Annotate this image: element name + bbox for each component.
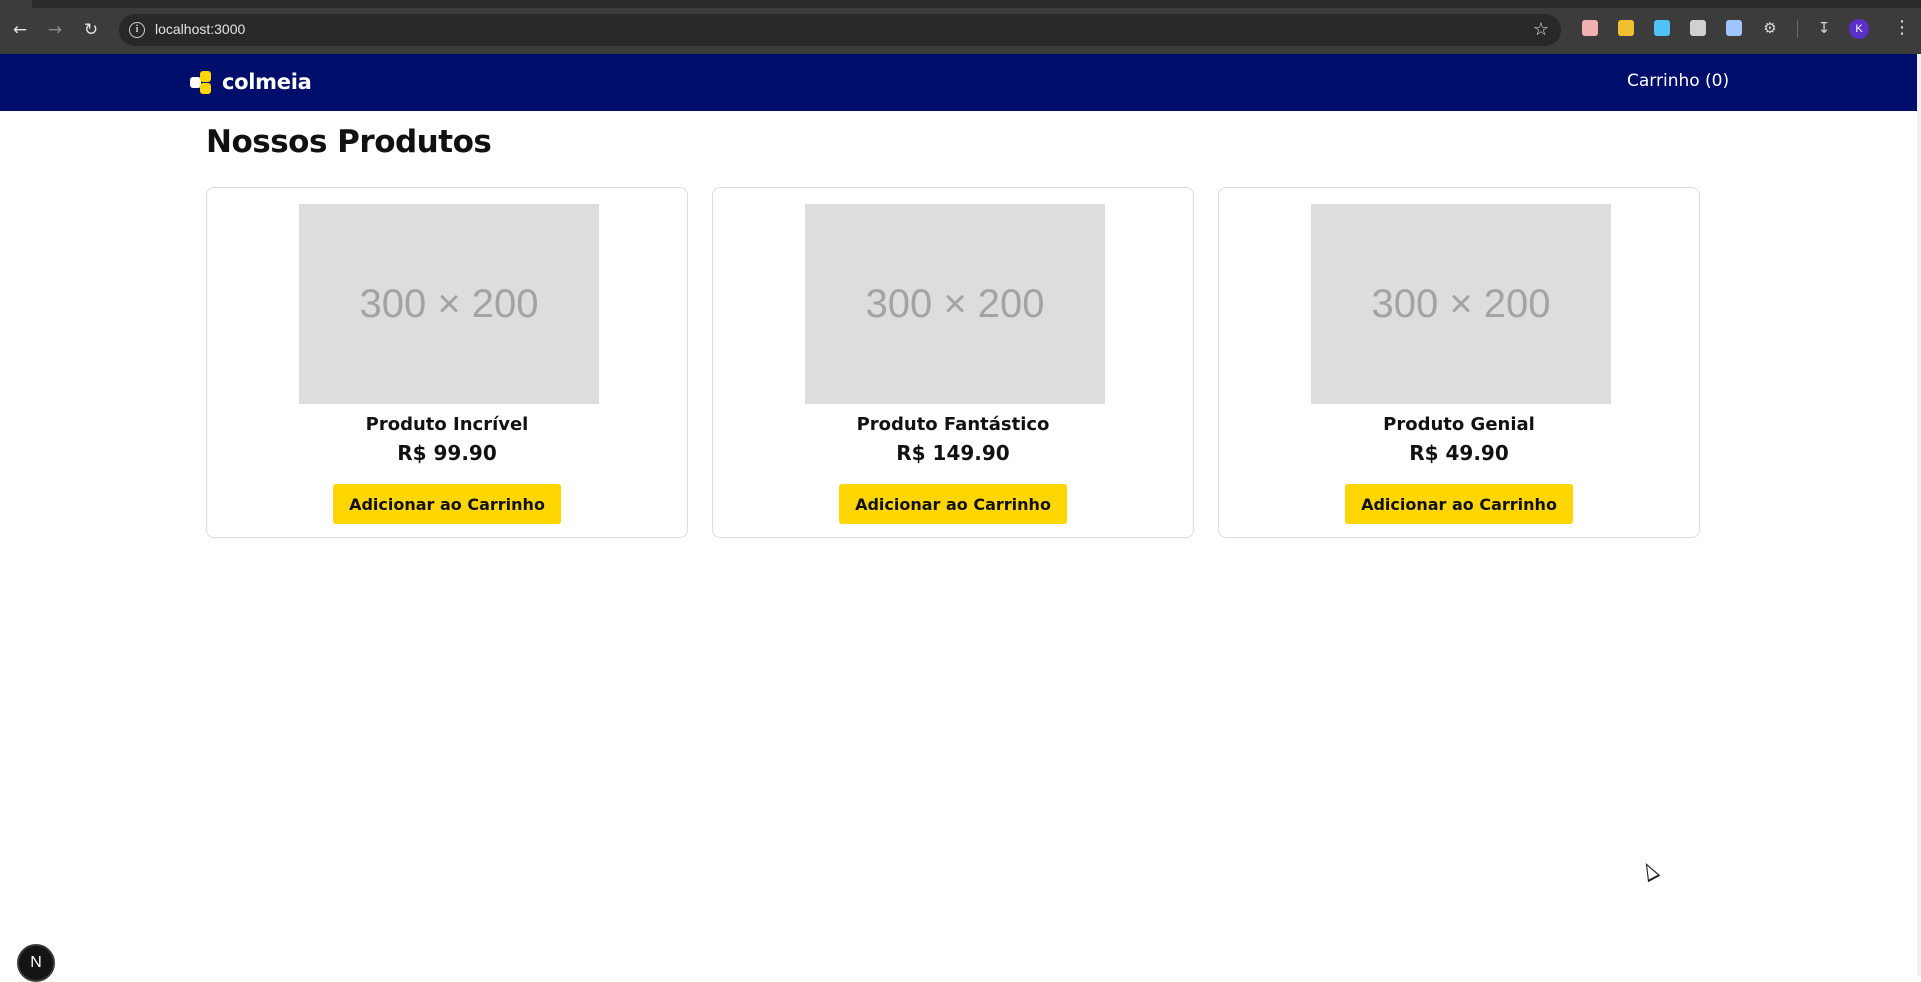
- product-name: Produto Incrível: [365, 414, 529, 435]
- product-card: 300 × 200 Produto Incrível R$ 99.90 Adic…: [206, 187, 688, 538]
- back-icon[interactable]: ←: [7, 17, 33, 43]
- cart-link[interactable]: Carrinho (0): [1627, 71, 1729, 91]
- extension-yellow-icon[interactable]: [1618, 20, 1634, 36]
- bookmark-star-icon[interactable]: ☆: [1533, 19, 1549, 40]
- product-image-placeholder: 300 × 200: [805, 204, 1105, 404]
- product-price: R$ 49.90: [1409, 441, 1509, 465]
- site-header: colmeia Carrinho (0): [0, 54, 1917, 111]
- product-image-placeholder: 300 × 200: [1311, 204, 1611, 404]
- add-to-cart-button[interactable]: Adicionar ao Carrinho: [839, 484, 1067, 524]
- product-card: 300 × 200 Produto Genial R$ 49.90 Adicio…: [1218, 187, 1700, 538]
- mouse-cursor-icon: [1639, 859, 1661, 883]
- extensions-puzzle-icon[interactable]: ⚙: [1761, 19, 1779, 37]
- add-to-cart-button[interactable]: Adicionar ao Carrinho: [1345, 484, 1573, 524]
- tab-strip: [0, 0, 1921, 8]
- honeycomb-logo-icon: [190, 68, 218, 96]
- download-icon[interactable]: ↧: [1815, 19, 1833, 37]
- extension-pink-icon[interactable]: [1582, 20, 1598, 36]
- toolbar-divider: [1797, 20, 1798, 38]
- nextjs-dev-badge[interactable]: N: [17, 944, 55, 982]
- address-bar[interactable]: i localhost:3000 ☆: [119, 14, 1561, 46]
- browser-toolbar: ← → ↻ i localhost:3000 ☆ ⚙ ↧ K ⋮: [0, 0, 1921, 54]
- product-name: Produto Genial: [1383, 414, 1535, 435]
- add-to-cart-button[interactable]: Adicionar ao Carrinho: [333, 484, 561, 524]
- extension-blue-icon[interactable]: [1654, 20, 1670, 36]
- profile-avatar[interactable]: K: [1849, 19, 1869, 39]
- reload-icon[interactable]: ↻: [78, 17, 104, 43]
- browser-tab[interactable]: [0, 0, 32, 8]
- logo-cell-yellow-top: [200, 71, 211, 82]
- brand-logo[interactable]: colmeia: [190, 68, 312, 96]
- product-image-placeholder: 300 × 200: [299, 204, 599, 404]
- site-info-icon[interactable]: i: [129, 22, 145, 38]
- scrollbar-gutter: [1917, 54, 1921, 976]
- extension-doc-icon[interactable]: [1726, 20, 1742, 36]
- product-card: 300 × 200 Produto Fantástico R$ 149.90 A…: [712, 187, 1194, 538]
- browser-menu-icon[interactable]: ⋮: [1893, 17, 1911, 38]
- product-price: R$ 99.90: [397, 441, 497, 465]
- product-price: R$ 149.90: [896, 441, 1010, 465]
- product-name: Produto Fantástico: [856, 414, 1050, 435]
- logo-cell-yellow-bottom: [200, 83, 211, 94]
- page-title: Nossos Produtos: [206, 124, 492, 160]
- brand-name: colmeia: [222, 70, 312, 94]
- camera-extension-icon[interactable]: [1690, 20, 1706, 36]
- product-grid: 300 × 200 Produto Incrível R$ 99.90 Adic…: [206, 187, 1700, 538]
- url-text[interactable]: localhost:3000: [155, 21, 245, 37]
- forward-icon[interactable]: →: [42, 17, 68, 43]
